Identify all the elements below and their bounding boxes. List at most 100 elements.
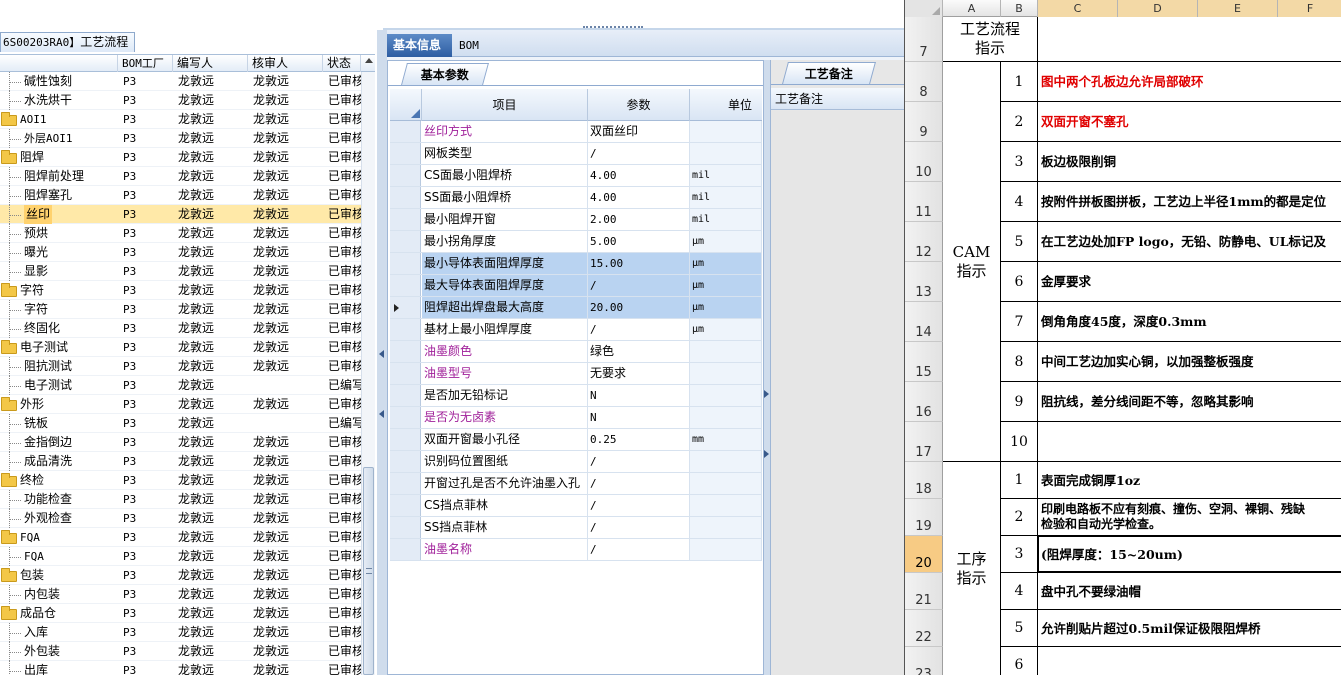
param-value-cell[interactable]: N — [588, 385, 690, 406]
row-indicator[interactable] — [390, 143, 421, 164]
cam-item-text-cell[interactable]: 板边极限削铜 — [1038, 142, 1341, 182]
process-item-number-cell[interactable]: 1 — [1001, 462, 1038, 499]
param-value-cell[interactable]: / — [588, 451, 690, 472]
tree-step-row[interactable]: 碱性蚀刻 P3 龙敦远 龙敦远 已审核 — [0, 72, 361, 91]
cam-item-number-cell[interactable]: 8 — [1001, 342, 1038, 382]
tree-group-row[interactable]: 终检 P3 龙敦远 龙敦远 已审核 — [0, 471, 361, 490]
tree-step-row[interactable]: 终固化 P3 龙敦远 龙敦远 已审核 — [0, 319, 361, 338]
cam-instruction-label-cell[interactable]: CAM 指示 — [943, 62, 1001, 462]
cam-item-number-cell[interactable]: 7 — [1001, 302, 1038, 342]
param-value-cell[interactable]: / — [588, 473, 690, 494]
reviewer-header[interactable]: 核审人 — [248, 55, 323, 72]
column-d-header[interactable]: D — [1118, 0, 1198, 17]
row-indicator[interactable] — [390, 473, 421, 494]
tree-node[interactable]: 外层AOI1 — [0, 129, 118, 148]
tree-step-row[interactable]: 内包装 P3 龙敦远 龙敦远 已审核 — [0, 585, 361, 604]
tab-basic-params[interactable]: 基本参数 — [401, 63, 489, 85]
param-row[interactable]: 最大导体表面阻焊厚度 / μm — [390, 275, 762, 297]
param-row[interactable]: SS面最小阻焊桥 4.00 mil — [390, 187, 762, 209]
param-row[interactable]: CS挡点菲林 / — [390, 495, 762, 517]
param-row[interactable]: 最小导体表面阻焊厚度 15.00 μm — [390, 253, 762, 275]
tree-node[interactable]: 阻焊塞孔 — [0, 186, 118, 205]
status-header[interactable]: 状态 — [323, 55, 361, 72]
column-f-header[interactable]: F — [1278, 0, 1341, 17]
process-item-text-cell[interactable]: 表面完成铜厚1oz — [1038, 462, 1341, 499]
row-number-header[interactable]: 17 — [905, 422, 943, 462]
param-row[interactable]: 丝印方式 双面丝印 — [390, 121, 762, 143]
row-indicator[interactable] — [390, 429, 421, 450]
tree-step-row[interactable]: 阻焊前处理 P3 龙敦远 龙敦远 已审核 — [0, 167, 361, 186]
param-value-cell[interactable]: 20.00 — [588, 297, 690, 318]
cam-item-text-cell[interactable]: 在工艺边处加FP logo，无铅、防静电、UL标记及 — [1038, 222, 1341, 262]
param-row[interactable]: SS挡点菲林 / — [390, 517, 762, 539]
tree-node[interactable]: 曝光 — [0, 243, 118, 262]
tree-node[interactable]: 显影 — [0, 262, 118, 281]
cam-item-number-cell[interactable]: 10 — [1001, 422, 1038, 462]
tree-node[interactable]: 功能检查 — [0, 490, 118, 509]
row-indicator[interactable] — [390, 451, 421, 472]
param-value-cell[interactable]: 双面丝印 — [588, 121, 690, 142]
tree-node[interactable]: 铣板 — [0, 414, 118, 433]
process-item-number-cell[interactable]: 6 — [1001, 647, 1038, 675]
row-number-header[interactable]: 8 — [905, 62, 943, 102]
tree-group-row[interactable]: 阻焊 P3 龙敦远 龙敦远 已审核 — [0, 148, 361, 167]
tree-group-row[interactable]: FQA P3 龙敦远 龙敦远 已审核 — [0, 528, 361, 547]
process-item-number-cell[interactable]: 4 — [1001, 573, 1038, 610]
item-column-header[interactable]: 项目 — [422, 89, 588, 121]
tree-node[interactable]: AOI1 — [0, 110, 118, 129]
tab-basic-info[interactable]: 基本信息 — [387, 34, 452, 57]
tree-group-row[interactable]: 包装 P3 龙敦远 龙敦远 已审核 — [0, 566, 361, 585]
tree-node[interactable]: 字符 — [0, 281, 118, 300]
row-number-header[interactable]: 13 — [905, 262, 943, 302]
row-indicator[interactable] — [390, 341, 421, 362]
row-number-header[interactable]: 11 — [905, 182, 943, 222]
row-indicator[interactable] — [390, 187, 421, 208]
cam-item-text-cell[interactable]: 金厚要求 — [1038, 262, 1341, 302]
process-item-text-cell[interactable] — [1038, 647, 1341, 675]
sheet-empty-cell[interactable] — [1038, 17, 1341, 62]
tree-step-row[interactable]: 金指倒边 P3 龙敦远 龙敦远 已审核 — [0, 433, 361, 452]
column-a-header[interactable]: A — [943, 0, 1001, 17]
row-number-header[interactable]: 22 — [905, 610, 943, 647]
cam-item-text-cell[interactable]: 倒角角度45度，深度0.3mm — [1038, 302, 1341, 342]
tree-node[interactable]: FQA — [0, 547, 118, 566]
cam-item-number-cell[interactable]: 1 — [1001, 62, 1038, 102]
process-item-number-cell[interactable]: 5 — [1001, 610, 1038, 647]
tree-step-row[interactable]: FQA P3 龙敦远 龙敦远 已审核 — [0, 547, 361, 566]
row-indicator[interactable] — [390, 539, 421, 560]
cam-item-text-cell[interactable] — [1038, 422, 1341, 462]
scroll-up-arrow-icon[interactable] — [365, 58, 373, 63]
tree-node[interactable]: 内包装 — [0, 585, 118, 604]
row-number-header[interactable]: 9 — [905, 102, 943, 142]
param-row[interactable]: CS面最小阻焊桥 4.00 mil — [390, 165, 762, 187]
tree-node[interactable]: 成品仓 — [0, 604, 118, 623]
row-indicator[interactable] — [390, 319, 421, 340]
param-value-cell[interactable]: 无要求 — [588, 363, 690, 384]
row-number-header[interactable]: 16 — [905, 382, 943, 422]
param-value-cell[interactable]: 绿色 — [588, 341, 690, 362]
cam-item-text-cell[interactable]: 阻抗线，差分线间距不等，忽略其影响 — [1038, 382, 1341, 422]
row-indicator[interactable] — [390, 121, 421, 142]
column-e-header[interactable]: E — [1198, 0, 1278, 17]
tree-step-row[interactable]: 曝光 P3 龙敦远 龙敦远 已审核 — [0, 243, 361, 262]
process-item-text-cell[interactable]: 允许削贴片超过0.5mil保证极限阻焊桥 — [1038, 610, 1341, 647]
tree-node[interactable]: 外包装 — [0, 642, 118, 661]
writer-header[interactable]: 编写人 — [173, 55, 248, 72]
tree-node[interactable]: 金指倒边 — [0, 433, 118, 452]
row-number-header[interactable]: 15 — [905, 342, 943, 382]
row-indicator[interactable] — [390, 407, 421, 428]
collapse-right-icon-2[interactable] — [764, 450, 769, 458]
param-row[interactable]: 是否加无铅标记 N — [390, 385, 762, 407]
row-number-header[interactable]: 21 — [905, 573, 943, 610]
param-row[interactable]: 网板类型 / — [390, 143, 762, 165]
tab-bom[interactable]: BOM — [453, 34, 493, 57]
param-value-cell[interactable]: / — [588, 495, 690, 516]
tree-step-row[interactable]: 显影 P3 龙敦远 龙敦远 已审核 — [0, 262, 361, 281]
cam-item-number-cell[interactable]: 9 — [1001, 382, 1038, 422]
collapse-left-icon-2[interactable] — [379, 410, 384, 418]
param-value-cell[interactable]: N — [588, 407, 690, 428]
collapse-right-icon[interactable] — [764, 390, 769, 398]
param-value-cell[interactable]: 4.00 — [588, 165, 690, 186]
tree-step-row[interactable]: 丝印 P3 龙敦远 龙敦远 已审核 — [0, 205, 361, 224]
tree-node[interactable]: 阻焊 — [0, 148, 118, 167]
